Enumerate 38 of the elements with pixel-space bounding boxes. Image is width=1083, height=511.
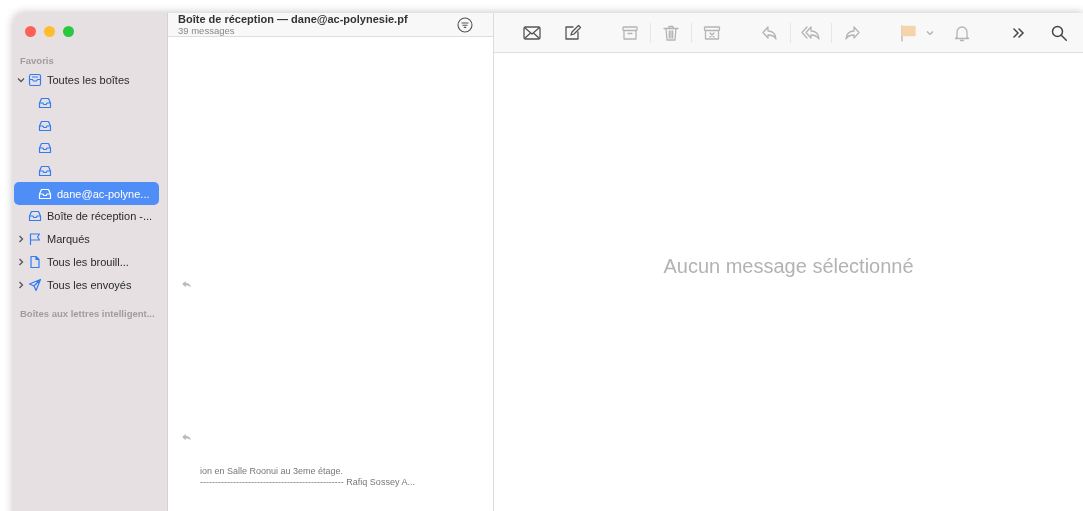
section-heading: Boîtes aux lettres intelligent... xyxy=(19,306,156,321)
sidebar-item[interactable]: Toutes les boîtes xyxy=(14,69,159,92)
disclosure-icon[interactable] xyxy=(16,235,25,244)
inbox-icon xyxy=(38,118,52,133)
trash-icon xyxy=(661,23,681,42)
sidebar-item[interactable]: Tous les brouill... xyxy=(14,250,159,274)
mailbox-title: Boîte de réception — dane@ac-polynesie.pf xyxy=(178,13,409,25)
compose-icon xyxy=(562,23,582,42)
search-icon xyxy=(1050,23,1068,42)
archive-icon xyxy=(620,23,640,42)
disclosure-icon[interactable] xyxy=(16,76,25,85)
empty-state-message: Aucun message sélectionné xyxy=(663,255,914,279)
window-button[interactable] xyxy=(44,26,55,37)
inbox-icon xyxy=(38,186,52,201)
window-button[interactable] xyxy=(25,26,36,37)
sidebar-item[interactable]: Marqués xyxy=(14,227,159,251)
window-button[interactable] xyxy=(63,26,74,37)
disclosure-icon[interactable] xyxy=(16,280,25,289)
get-mail-icon xyxy=(522,23,542,42)
message-preview: ion en Salle Roonui au 3eme étage. xyxy=(200,466,344,476)
filter-icon[interactable] xyxy=(457,16,473,33)
disclosure-icon[interactable] xyxy=(16,257,25,266)
message-count: 39 messages xyxy=(178,25,236,36)
document-icon xyxy=(28,254,42,269)
inbox-icon xyxy=(28,209,42,224)
inbox-icon xyxy=(38,141,52,156)
flag-icon xyxy=(28,232,42,247)
inbox-icon xyxy=(38,96,52,111)
junk-icon xyxy=(702,23,722,42)
sidebar-item[interactable]: Tous les envoyés xyxy=(14,273,159,296)
inbox-tray-icon xyxy=(28,73,42,88)
message-preview: ------------------------------------------------ Rafiq Sossey A... xyxy=(200,477,415,487)
paper-plane-icon xyxy=(28,277,42,292)
section-heading: Favoris xyxy=(19,54,55,68)
flag-icon xyxy=(898,23,918,42)
notify-icon xyxy=(952,23,972,42)
inbox-icon xyxy=(38,164,52,179)
sidebar-item[interactable]: Boîte de réception -... xyxy=(14,205,159,228)
